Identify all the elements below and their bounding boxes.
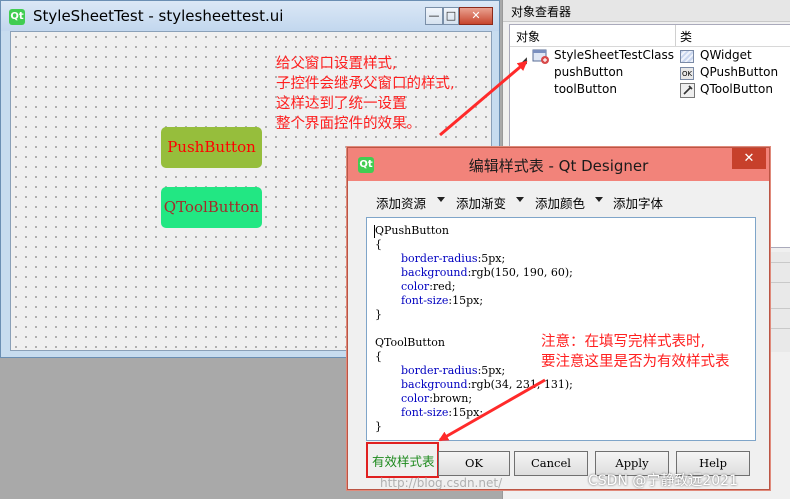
code-selector: QToolButton [375, 336, 445, 349]
inspector-header: 对象查看器 [503, 0, 790, 22]
code-brace: } [375, 308, 382, 321]
code-property: color [401, 280, 430, 293]
tool-button[interactable]: QToolButton [161, 187, 262, 228]
code-value: :rgb(34, 231, 131); [467, 378, 573, 391]
tool-button-class-icon [680, 83, 695, 98]
tree-row-object[interactable]: toolButton [554, 82, 617, 96]
code-selector: QPushButton [375, 224, 449, 237]
code-property: border-radius [401, 252, 478, 265]
minimize-button[interactable]: — [425, 7, 443, 25]
code-brace: { [375, 350, 382, 363]
header-divider [510, 46, 790, 47]
code-value: :15px; [448, 406, 484, 419]
code-brace: { [375, 238, 382, 251]
code-line: color:brown; [401, 392, 472, 406]
code-line: background:rgb(150, 190, 60); [401, 266, 573, 280]
code-value: :rgb(150, 190, 60); [467, 266, 573, 279]
code-property: font-size [401, 406, 449, 419]
tree-row-object[interactable]: pushButton [554, 65, 623, 79]
code-property: color [401, 392, 430, 405]
push-button[interactable]: PushButton [161, 127, 262, 168]
code-value: :5px; [477, 252, 506, 265]
dropdown-arrow-icon[interactable] [595, 197, 603, 202]
code-line: background:rgb(34, 231, 131); [401, 378, 573, 392]
edit-stylesheet-dialog: Qt 编辑样式表 - Qt Designer ✕ 添加资源 添加渐变 添加颜色 … [347, 147, 770, 490]
form-titlebar[interactable]: Qt StyleSheetTest - stylesheettest.ui — … [1, 1, 499, 31]
expand-arrow-icon[interactable]: ◢ [520, 56, 527, 66]
tree-row-class: QWidget [700, 48, 752, 62]
dropdown-arrow-icon[interactable] [516, 197, 524, 202]
add-font-button[interactable]: 添加字体 [613, 193, 663, 212]
tree-row-object[interactable]: StyleSheetTestClass [554, 48, 674, 62]
qwidget-class-icon [680, 50, 694, 63]
widget-class-icon [532, 47, 550, 65]
maximize-button[interactable]: □ [443, 7, 459, 25]
annotation-note-line: 要注意这里是否为有效样式表 [541, 354, 730, 370]
stylesheet-editor[interactable]: QPushButton { border-radius:5px; backgro… [366, 217, 756, 441]
add-color-menu[interactable]: 添加颜色 [535, 193, 585, 212]
tree-row-class: QPushButton [700, 65, 779, 79]
add-gradient-menu[interactable]: 添加渐变 [456, 193, 506, 212]
code-value: :5px; [477, 364, 506, 377]
code-property: background [401, 266, 468, 279]
form-window-title: StyleSheetTest - stylesheettest.ui [33, 7, 284, 25]
add-resource-menu[interactable]: 添加资源 [376, 193, 426, 212]
ok-button[interactable]: OK [438, 451, 510, 476]
dialog-close-button[interactable]: ✕ [732, 148, 766, 169]
annotation-note-line: 整个界面控件的效果。 [276, 116, 421, 132]
inspector-title: 对象查看器 [511, 5, 572, 19]
code-property: background [401, 378, 468, 391]
close-button[interactable]: ✕ [459, 7, 493, 25]
code-line: font-size:15px; [401, 406, 483, 420]
annotation-note-line: 子控件会继承父窗口的样式, [276, 76, 455, 92]
csdn-watermark: CSDN @宁静致远2021 [588, 473, 738, 489]
dialog-titlebar[interactable]: Qt 编辑样式表 - Qt Designer ✕ [348, 148, 769, 181]
code-line: border-radius:5px; [401, 364, 505, 378]
code-property: font-size [401, 294, 449, 307]
code-property: border-radius [401, 364, 478, 377]
annotation-note-line: 注意：在填写完样式表时, [541, 334, 706, 350]
code-line: border-radius:5px; [401, 252, 505, 266]
faint-url-watermark: http://blog.csdn.net/ [380, 476, 503, 490]
qt-logo-icon: Qt [9, 9, 25, 25]
valid-stylesheet-label: 有效样式表 [372, 454, 435, 469]
code-value: :red; [429, 280, 456, 293]
push-button-class-icon: OK [680, 67, 694, 80]
code-value: :15px; [448, 294, 484, 307]
annotation-note-line: 给父窗口设置样式, [276, 56, 397, 72]
tree-row-class: QToolButton [700, 82, 773, 96]
code-line: color:red; [401, 280, 455, 294]
column-header-class[interactable]: 类 [680, 28, 692, 45]
code-value: :brown; [429, 392, 473, 405]
code-brace: } [375, 420, 382, 433]
cancel-button[interactable]: Cancel [514, 451, 588, 476]
code-line: font-size:15px; [401, 294, 483, 308]
column-separator [675, 25, 676, 47]
dropdown-arrow-icon[interactable] [437, 197, 445, 202]
dialog-title: 编辑样式表 - Qt Designer [468, 157, 649, 175]
column-header-object[interactable]: 对象 [516, 28, 540, 45]
annotation-note-line: 这样达到了统一设置 [276, 96, 407, 112]
